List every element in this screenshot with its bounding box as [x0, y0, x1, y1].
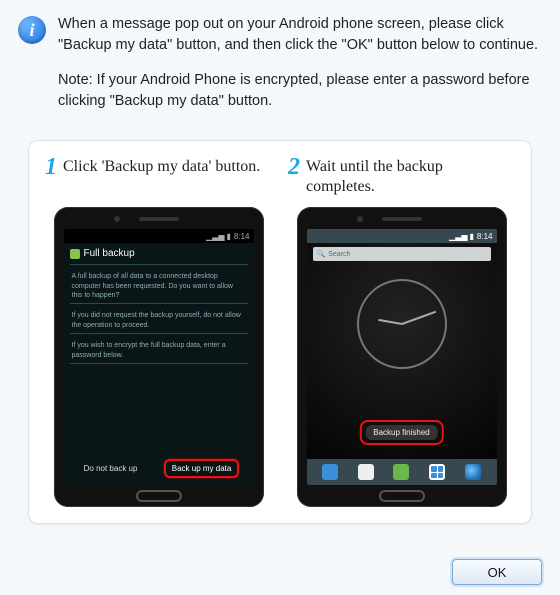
status-time: 8:14: [477, 232, 493, 241]
header-row: i When a message pop out on your Android…: [18, 14, 542, 126]
status-bar: ▁▃▅ ▮ 8:14: [307, 229, 497, 243]
search-placeholder: Search: [328, 251, 350, 258]
search-bar: 🔍 Search: [313, 247, 491, 261]
status-icons: ▁▃▅ ▮: [449, 232, 474, 241]
step-1-head: 1 Click 'Backup my data' button.: [45, 155, 272, 199]
divider: [70, 333, 248, 334]
backup-finished-highlight: Backup finished: [359, 420, 443, 445]
phone-2-screen: ▁▃▅ ▮ 8:14 🔍 Search Backup finis: [307, 229, 497, 485]
phone-speaker: [382, 217, 422, 221]
steps-card: 1 Click 'Backup my data' button. ▁▃▅ ▮ 8…: [28, 140, 532, 524]
status-time: 8:14: [234, 232, 250, 241]
info-icon: i: [18, 16, 46, 44]
apps-grid-icon: [429, 464, 445, 480]
home-dock: [307, 459, 497, 485]
phone-app-icon: [322, 464, 338, 480]
step-2-number: 2: [288, 155, 300, 179]
phone-mock-1: ▁▃▅ ▮ 8:14 Full backup A full backup of …: [54, 207, 264, 507]
messages-app-icon: [393, 464, 409, 480]
android-icon: [70, 249, 80, 259]
phone-camera-dot: [114, 216, 120, 222]
backup-finished-toast: Backup finished: [365, 425, 437, 440]
phone-home-button: [379, 490, 425, 502]
signal-icon: ▁▃▅: [206, 232, 224, 241]
signal-icon: ▁▃▅: [449, 232, 467, 241]
backup-buttons-row: Do not back up Back up my data: [64, 455, 254, 485]
status-bar: ▁▃▅ ▮ 8:14: [64, 229, 254, 243]
instruction-paragraph-2: Note: If your Android Phone is encrypted…: [58, 70, 542, 112]
step-2-head: 2 Wait until the backup completes.: [288, 155, 515, 199]
status-icons: ▁▃▅ ▮: [206, 232, 231, 241]
step-2: 2 Wait until the backup completes. ▁▃▅ ▮…: [288, 155, 515, 507]
do-not-back-up-button: Do not back up: [78, 460, 144, 477]
step-1-title: Click 'Backup my data' button.: [63, 155, 260, 177]
step-2-title: Wait until the backup completes.: [306, 155, 515, 197]
search-icon: 🔍: [317, 250, 326, 258]
back-up-my-data-button-highlight: Back up my data: [164, 459, 240, 478]
clock-hour-hand: [378, 319, 402, 325]
full-backup-heading: Full backup: [64, 243, 254, 264]
step-1-number: 1: [45, 155, 57, 179]
contacts-app-icon: [358, 464, 374, 480]
ok-button[interactable]: OK: [452, 559, 542, 585]
backup-text-c: If you wish to encrypt the full backup d…: [64, 338, 254, 363]
dialog-footer: OK: [452, 559, 542, 585]
divider: [70, 264, 248, 265]
analog-clock-widget: [357, 279, 447, 369]
phone-speaker: [139, 217, 179, 221]
battery-icon: ▮: [227, 232, 231, 241]
battery-icon: ▮: [470, 232, 474, 241]
instruction-paragraph-1: When a message pop out on your Android p…: [58, 14, 542, 56]
dialog-body: i When a message pop out on your Android…: [0, 0, 560, 524]
clock-minute-hand: [401, 311, 436, 325]
phone-mock-2: ▁▃▅ ▮ 8:14 🔍 Search Backup finis: [297, 207, 507, 507]
backup-text-b: If you did not request the backup yourse…: [64, 308, 254, 333]
divider: [70, 363, 248, 364]
phone-home-button: [136, 490, 182, 502]
instruction-text: When a message pop out on your Android p…: [58, 14, 542, 126]
browser-app-icon: [465, 464, 481, 480]
info-icon-wrap: i: [18, 14, 46, 44]
phone-1-screen: ▁▃▅ ▮ 8:14 Full backup A full backup of …: [64, 229, 254, 485]
full-backup-title: Full backup: [84, 248, 135, 259]
step-1: 1 Click 'Backup my data' button. ▁▃▅ ▮ 8…: [45, 155, 272, 507]
backup-text-a: A full backup of all data to a connected…: [64, 269, 254, 303]
phone-camera-dot: [357, 216, 363, 222]
divider: [70, 303, 248, 304]
